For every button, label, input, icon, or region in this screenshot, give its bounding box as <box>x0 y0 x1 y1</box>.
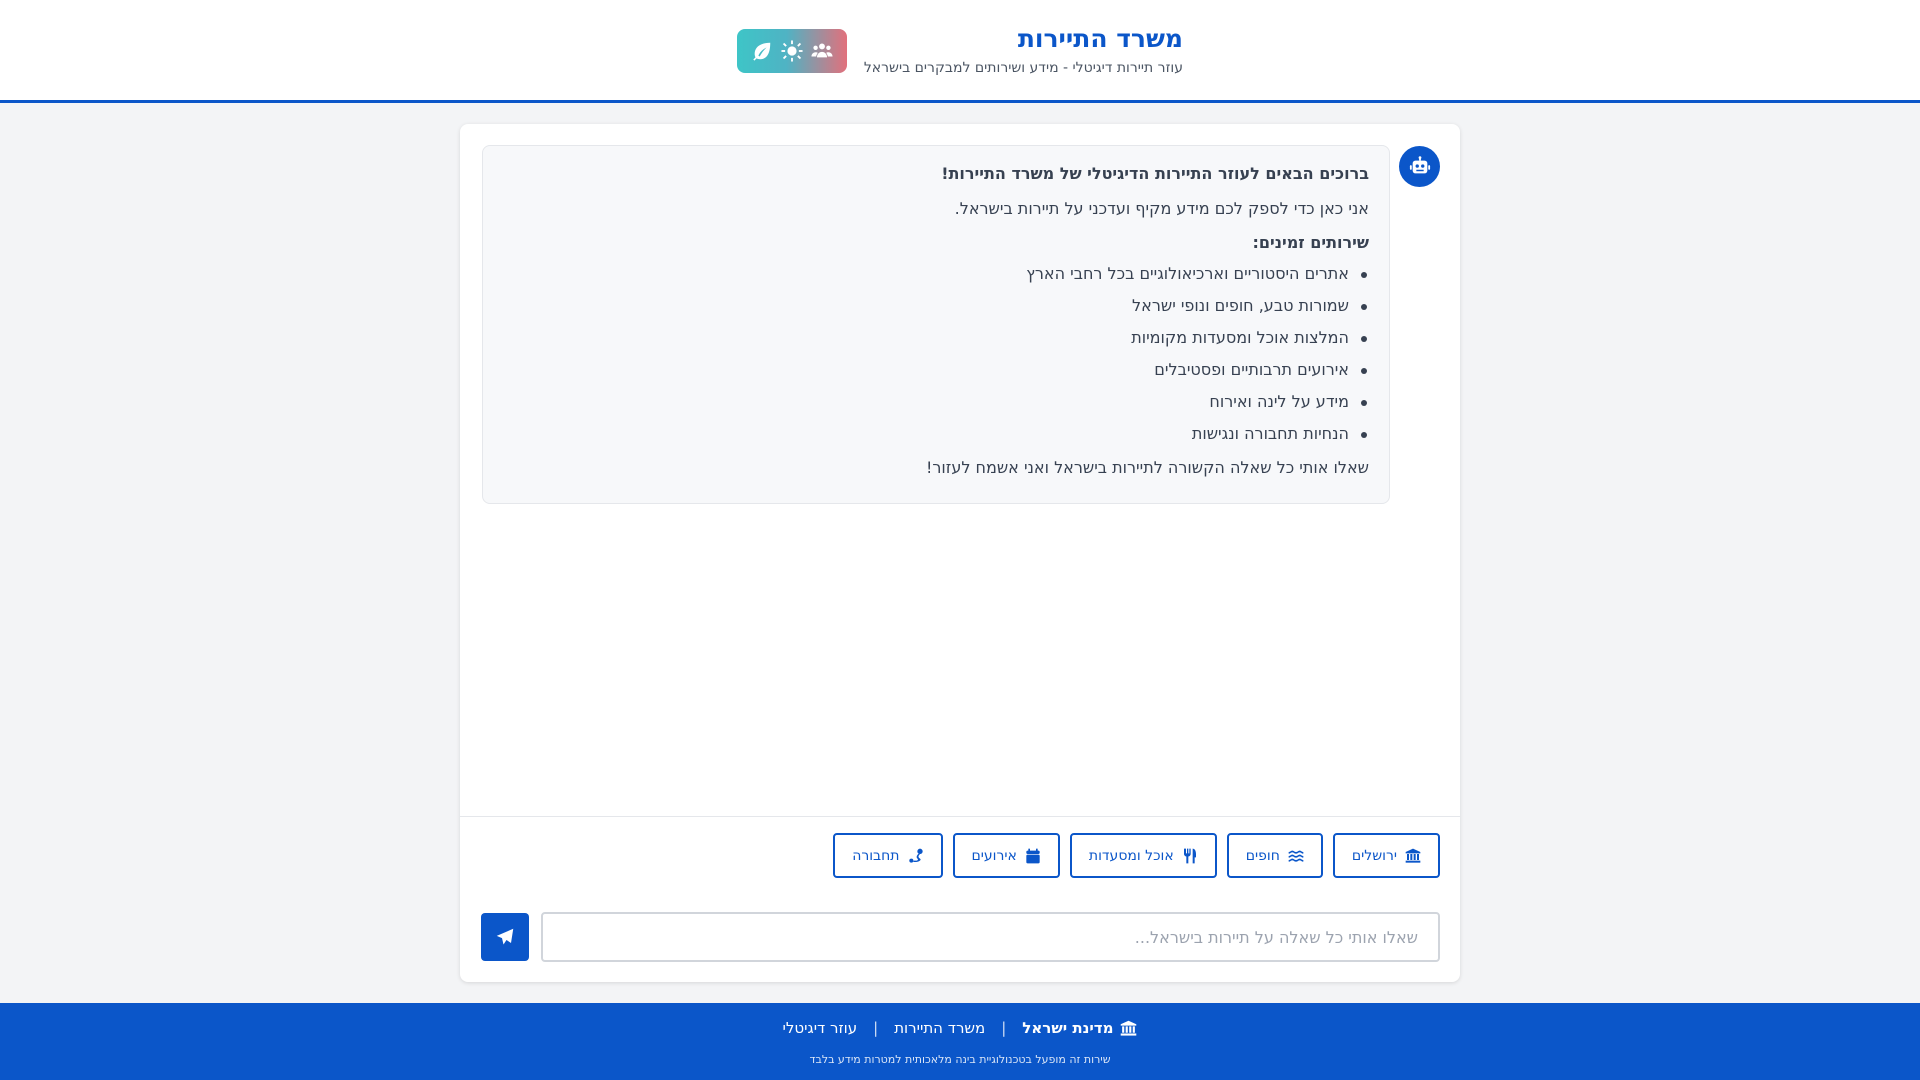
landmark-icon <box>1405 848 1421 863</box>
chat-panel: ברוכים הבאים לעוזר התיירות הדיגיטלי של מ… <box>460 124 1460 982</box>
brand-text: משרד התיירות עוזר תיירות דיגיטלי - מידע … <box>861 24 1183 76</box>
services-list: אתרים היסטוריים וארכיאולוגיים בכל רחבי ה… <box>503 264 1369 456</box>
services-title: שירותים זמינים: <box>1252 233 1369 252</box>
quick-action-jerusalem[interactable]: ירושלים <box>1332 833 1440 878</box>
list-item: הנחיות תחבורה ונגישות <box>503 424 1367 456</box>
send-button[interactable] <box>481 913 529 961</box>
footer-separator: | <box>1001 1019 1007 1037</box>
footer-brand: מדינת ישראל <box>1022 1019 1137 1037</box>
page-subtitle: עוזר תיירות דיגיטלי - מידע ושירותים למבק… <box>863 60 1183 76</box>
list-item: מידע על לינה ואירוח <box>503 392 1367 424</box>
bot-welcome-message: ברוכים הבאים לעוזר התיירות הדיגיטלי של מ… <box>482 145 1390 504</box>
ministry-logo <box>737 29 847 73</box>
quick-action-events[interactable]: אירועים <box>952 833 1060 878</box>
quick-action-label: ירושלים <box>1351 847 1397 864</box>
footer-brand-label: מדינת ישראל <box>1022 1019 1114 1037</box>
chat-input-row <box>481 912 1440 962</box>
people-icon <box>811 43 833 58</box>
robot-icon <box>1409 155 1430 173</box>
site-header: משרד התיירות עוזר תיירות דיגיטלי - מידע … <box>0 0 1920 103</box>
list-item: אתרים היסטוריים וארכיאולוגיים בכל רחבי ה… <box>503 264 1367 296</box>
sun-icon <box>781 40 803 62</box>
welcome-intro: אני כאן כדי לספק לכם מידע מקיף ועדכני על… <box>954 199 1369 218</box>
utensils-icon <box>1183 848 1196 863</box>
list-item: אירועים תרבותיים ופסטיבלים <box>503 360 1367 392</box>
list-item: המלצות אוכל ומסעדות מקומיות <box>503 328 1367 360</box>
quick-action-label: תחבורה <box>852 847 900 864</box>
brand: משרד התיירות עוזר תיירות דיגיטלי - מידע … <box>737 24 1183 84</box>
divider <box>460 816 1460 817</box>
waves-icon <box>1288 850 1304 862</box>
welcome-closing: שאלו אותי כל שאלה הקשורה לתיירות בישראל … <box>925 458 1369 477</box>
site-footer: מדינת ישראל | משרד התיירות | עוזר דיגיטל… <box>0 1003 1920 1080</box>
page-title: משרד התיירות <box>1017 24 1183 53</box>
quick-action-label: אירועים <box>971 847 1017 864</box>
route-icon <box>908 848 923 863</box>
quick-action-label: חופים <box>1245 847 1280 864</box>
footer-link-assistant[interactable]: עוזר דיגיטלי <box>783 1019 858 1037</box>
footer-links: מדינת ישראל | משרד התיירות | עוזר דיגיטל… <box>0 1019 1920 1037</box>
list-item: שמורות טבע, חופים ונופי ישראל <box>503 296 1367 328</box>
quick-action-transport[interactable]: תחבורה <box>833 833 943 878</box>
quick-action-food[interactable]: אוכל ומסעדות <box>1069 833 1217 878</box>
bot-avatar <box>1399 146 1440 187</box>
footer-disclaimer: שירות זה מופעל בטכנולוגיית בינה מלאכותית… <box>809 1053 1111 1066</box>
quick-actions: ירושלים חופים אוכל ומסעדות אירועים תחבור… <box>833 833 1440 878</box>
leaf-icon <box>753 42 771 61</box>
footer-separator: | <box>873 1019 879 1037</box>
landmark-icon <box>1121 1020 1137 1036</box>
quick-action-beaches[interactable]: חופים <box>1226 833 1323 878</box>
chat-input[interactable] <box>541 912 1440 962</box>
send-icon <box>496 928 514 945</box>
quick-action-label: אוכל ומסעדות <box>1088 847 1174 864</box>
welcome-greeting: ברוכים הבאים לעוזר התיירות הדיגיטלי של מ… <box>941 164 1369 183</box>
calendar-icon <box>1026 848 1040 863</box>
footer-link-ministry[interactable]: משרד התיירות <box>894 1019 985 1037</box>
